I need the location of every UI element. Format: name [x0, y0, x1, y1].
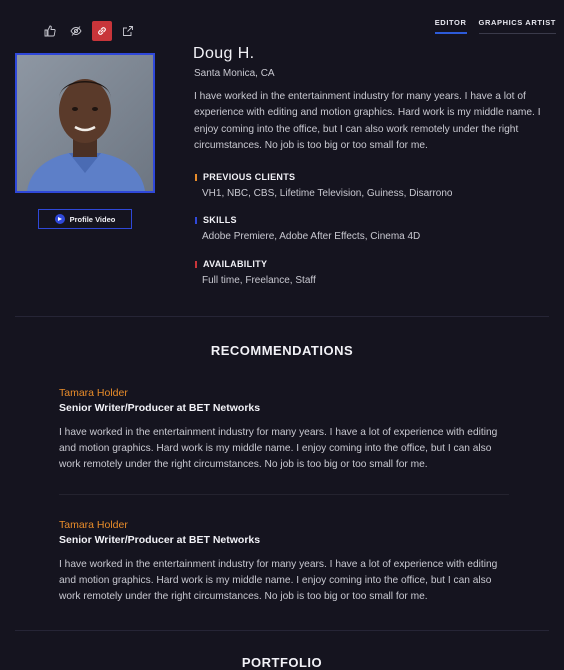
recommender-role: Senior Writer/Producer at BET Networks: [59, 402, 261, 414]
divider: [15, 316, 549, 317]
profile-video-button[interactable]: Profile Video: [38, 209, 132, 229]
section-body: VH1, NBC, CBS, Lifetime Television, Guin…: [202, 188, 453, 199]
tab-editor[interactable]: EDITOR: [434, 18, 467, 34]
role-tabs: EDITOR GRAPHICS ARTIST: [434, 18, 556, 34]
section-title: AVAILABILITY: [203, 259, 268, 269]
recommendation-item: Tamara Holder Senior Writer/Producer at …: [59, 387, 509, 473]
section-body: Adobe Premiere, Adobe After Effects, Cin…: [202, 231, 421, 242]
profile-video-label: Profile Video: [69, 214, 116, 224]
external-link-icon[interactable]: [118, 21, 138, 41]
recommender-role: Senior Writer/Producer at BET Networks: [59, 534, 261, 546]
recommendation-text: I have worked in the entertainment indus…: [59, 427, 498, 470]
play-icon: [54, 214, 65, 224]
portfolio-heading: PORTFOLIO: [241, 655, 323, 670]
profile-bio: I have worked in the entertainment indus…: [194, 91, 541, 151]
recommendation-text: I have worked in the entertainment indus…: [59, 559, 498, 602]
divider: [15, 630, 549, 631]
section-title: PREVIOUS CLIENTS: [203, 172, 296, 182]
link-icon[interactable]: [92, 21, 112, 41]
section-marker: [195, 260, 197, 268]
section-body: Full time, Freelance, Staff: [202, 275, 316, 286]
thumbs-up-icon[interactable]: [40, 21, 60, 41]
recommender-name[interactable]: Tamara Holder: [59, 519, 509, 531]
action-toolbar: [40, 21, 138, 41]
hide-icon[interactable]: [66, 21, 86, 41]
profile-photo: [15, 53, 155, 193]
section-marker: [195, 216, 197, 224]
recommendation-separator: [59, 494, 509, 495]
tab-graphics-artist[interactable]: GRAPHICS ARTIST: [478, 18, 556, 34]
section-title: SKILLS: [203, 215, 237, 225]
recommender-name[interactable]: Tamara Holder: [59, 387, 509, 399]
section-previous-clients: PREVIOUS CLIENTS VH1, NBC, CBS, Lifetime…: [195, 172, 452, 199]
profile-location: Santa Monica, CA: [194, 68, 275, 79]
profile-name: Doug H.: [193, 45, 255, 62]
section-marker: [195, 173, 197, 181]
section-availability: AVAILABILITY Full time, Freelance, Staff: [195, 259, 316, 286]
section-skills: SKILLS Adobe Premiere, Adobe After Effec…: [195, 215, 420, 242]
recommendations-heading: RECOMMENDATIONS: [210, 343, 354, 358]
recommendation-item: Tamara Holder Senior Writer/Producer at …: [59, 519, 509, 605]
